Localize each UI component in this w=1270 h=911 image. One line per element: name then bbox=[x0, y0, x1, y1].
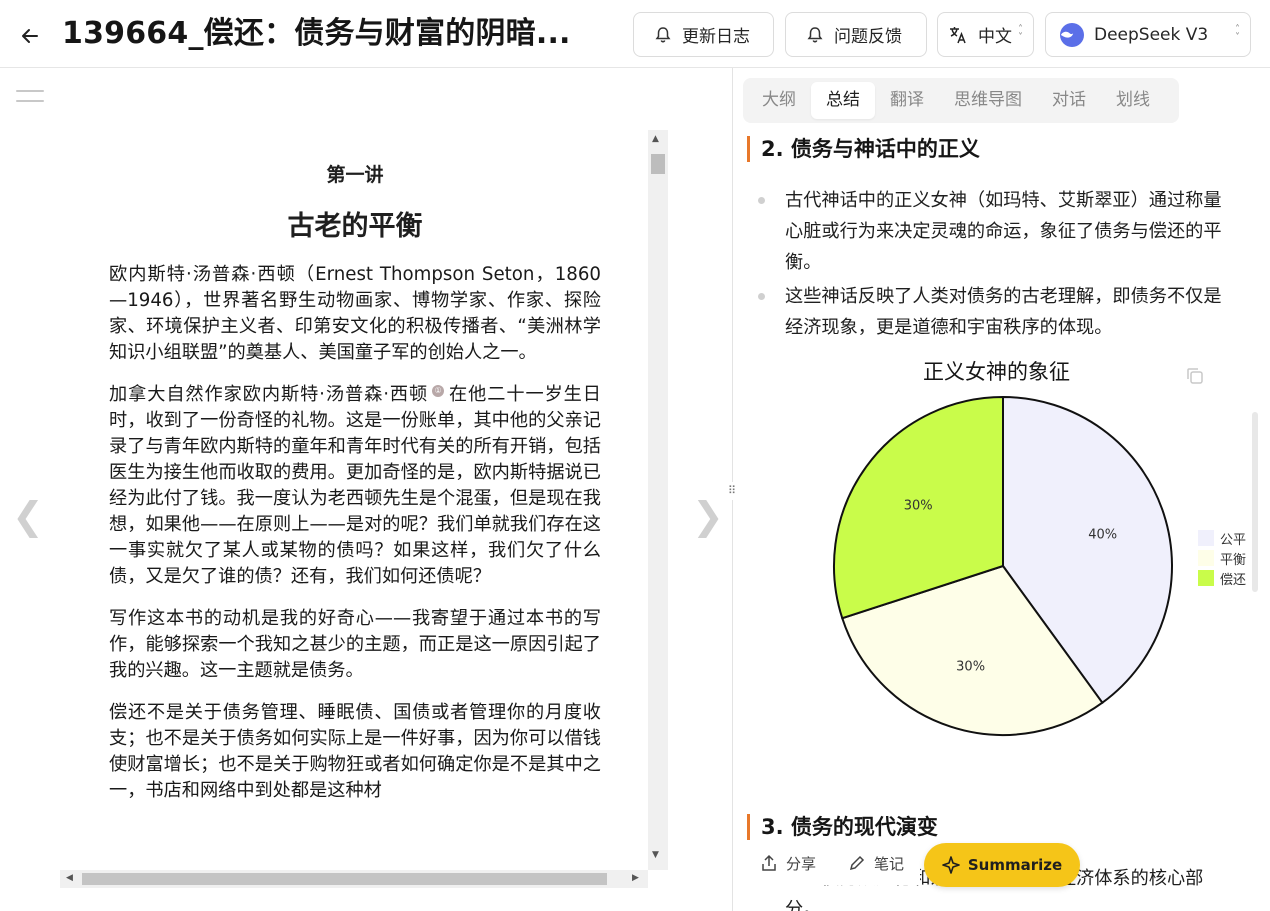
chapter-title: 古老的平衡 bbox=[287, 211, 423, 242]
legend-label: 公平 bbox=[1220, 532, 1247, 548]
chart-title: 正义女神的象征 bbox=[923, 360, 1070, 384]
tab-outline[interactable]: 大纲 bbox=[747, 82, 811, 119]
summarize-button[interactable]: Summarize bbox=[924, 843, 1080, 887]
legend-swatch bbox=[1198, 530, 1214, 546]
notes-label: 笔记 bbox=[874, 854, 905, 873]
legend-item: 偿还 bbox=[1198, 568, 1246, 588]
section-heading: 3. 债务的现代演变 bbox=[747, 814, 938, 840]
pencil-icon bbox=[849, 855, 865, 871]
summary-scrollbar[interactable] bbox=[1252, 412, 1258, 592]
legend-label: 平衡 bbox=[1220, 552, 1247, 568]
pie-chart: 40% 30% 30% bbox=[833, 395, 1173, 736]
section-heading: 2. 债务与神话中的正义 bbox=[747, 136, 980, 162]
pie-slice-label: 40% bbox=[1088, 528, 1117, 543]
scroll-left-icon[interactable]: ◀ bbox=[66, 873, 73, 883]
paragraph: 欧内斯特·汤普森·西顿（Ernest Thompson Seton，1860—1… bbox=[109, 264, 601, 363]
scroll-thumb[interactable] bbox=[651, 154, 665, 174]
top-bar: 139664_偿还：债务与财富的阴暗... 更新日志 问题反馈 中文 ˄ ˅ De… bbox=[0, 0, 1270, 68]
deepseek-logo-icon bbox=[1060, 22, 1084, 47]
next-page-arrow-icon[interactable]: ❯ bbox=[692, 496, 724, 536]
bullet-list: 古代神话中的正义女神（如玛特、艾斯翠亚）通过称量心脏或行为来决定灵魂的命运，象征… bbox=[755, 185, 1227, 346]
notes-button[interactable]: 笔记 bbox=[832, 841, 921, 885]
reader-content: 第一讲 古老的平衡 欧内斯特·汤普森·西顿（Ernest Thompson Se… bbox=[109, 130, 601, 804]
changelog-button[interactable]: 更新日志 bbox=[633, 12, 774, 57]
tab-bar: 大纲 总结 翻译 思维导图 对话 划线 bbox=[743, 78, 1179, 123]
feedback-label: 问题反馈 bbox=[834, 27, 902, 47]
changelog-label: 更新日志 bbox=[682, 27, 750, 47]
legend-item: 平衡 bbox=[1198, 548, 1246, 568]
legend-swatch bbox=[1198, 570, 1214, 586]
bell-icon bbox=[655, 26, 671, 42]
legend-swatch bbox=[1198, 550, 1214, 566]
tab-chat[interactable]: 对话 bbox=[1037, 82, 1101, 119]
feedback-button[interactable]: 问题反馈 bbox=[785, 12, 927, 57]
chevron-updown-icon: ˄ ˅ bbox=[1235, 24, 1240, 43]
tab-translate[interactable]: 翻译 bbox=[875, 82, 939, 119]
vertical-scrollbar[interactable]: ▲ ▼ bbox=[648, 130, 668, 870]
list-item: 古代神话中的正义女神（如玛特、艾斯翠亚）通过称量心脏或行为来决定灵魂的命运，象征… bbox=[755, 185, 1227, 278]
menu-icon[interactable] bbox=[16, 90, 44, 110]
list-item: 这些神话反映了人类对债务的古老理解，即债务不仅是经济现象，更是道德和宇宙秩序的体… bbox=[755, 281, 1227, 343]
model-label: DeepSeek V3 bbox=[1094, 24, 1209, 45]
book-reader: 第一讲 古老的平衡 欧内斯特·汤普森·西顿（Ernest Thompson Se… bbox=[60, 130, 668, 888]
chart-legend: 公平 平衡 偿还 bbox=[1198, 528, 1246, 588]
footnote-marker-icon[interactable]: ① bbox=[432, 384, 445, 397]
scroll-down-icon[interactable]: ▼ bbox=[652, 850, 659, 860]
arrow-left-icon bbox=[22, 29, 38, 43]
pie-slice-label: 30% bbox=[904, 498, 933, 513]
translate-icon bbox=[950, 26, 966, 43]
scroll-right-icon[interactable]: ▶ bbox=[632, 873, 639, 883]
summary-pane: 大纲 总结 翻译 思维导图 对话 划线 2. 债务与神话中的正义 古代神话中的正… bbox=[733, 68, 1270, 911]
horizontal-scrollbar[interactable]: ◀ ▶ bbox=[60, 870, 648, 888]
previous-page-arrow-icon[interactable]: ❮ bbox=[12, 496, 44, 536]
scroll-thumb[interactable] bbox=[82, 873, 607, 885]
paragraph-rest: 在他二十一岁生日时，收到了一份奇怪的礼物。这是一份账单，其中他的父亲记录了与青年… bbox=[109, 384, 601, 587]
share-icon bbox=[762, 854, 776, 871]
paragraph: 写作这本书的动机是我的好奇心——我寄望于通过本书的写作，能够探索一个我知之甚少的… bbox=[109, 608, 601, 681]
document-title: 139664_偿还：债务与财富的阴暗... bbox=[62, 16, 571, 51]
lecture-heading: 第一讲 bbox=[326, 164, 384, 186]
copy-icon[interactable] bbox=[1185, 366, 1205, 390]
model-select[interactable]: DeepSeek V3 ˄ ˅ bbox=[1045, 12, 1251, 57]
tab-mindmap[interactable]: 思维导图 bbox=[939, 82, 1037, 119]
paragraph-prefix: 加拿大自然作家欧内斯特·汤普森·西顿 bbox=[109, 384, 429, 405]
share-label: 分享 bbox=[786, 854, 817, 873]
legend-item: 公平 bbox=[1198, 528, 1246, 548]
pie-slice-label: 30% bbox=[956, 660, 985, 675]
scroll-up-icon[interactable]: ▲ bbox=[652, 134, 659, 144]
action-bar: 分享 笔记 bbox=[744, 838, 921, 888]
legend-label: 偿还 bbox=[1220, 572, 1247, 588]
bell-icon bbox=[807, 26, 823, 42]
sparkle-icon bbox=[942, 856, 960, 874]
language-select[interactable]: 中文 ˄ ˅ bbox=[937, 12, 1034, 57]
language-label: 中文 bbox=[978, 27, 1012, 47]
tab-highlights[interactable]: 划线 bbox=[1101, 82, 1165, 119]
share-button[interactable]: 分享 bbox=[744, 841, 833, 885]
paragraph: 偿还不是关于债务管理、睡眠债、国债或者管理你的月度收支；也不是关于债务如何实际上… bbox=[109, 702, 601, 801]
chevron-updown-icon: ˄ ˅ bbox=[1018, 24, 1023, 43]
paragraph: 加拿大自然作家欧内斯特·汤普森·西顿 ① 在他二十一岁生日时，收到了一份奇怪的礼物。… bbox=[109, 382, 601, 590]
summarize-label: Summarize bbox=[967, 856, 1063, 874]
reader-pane: ❮ ❯ 第一讲 古老的平衡 欧内斯特·汤普森·西顿（Ernest Thompso… bbox=[0, 68, 732, 911]
back-button[interactable] bbox=[14, 20, 46, 52]
tab-summary[interactable]: 总结 bbox=[811, 82, 875, 119]
